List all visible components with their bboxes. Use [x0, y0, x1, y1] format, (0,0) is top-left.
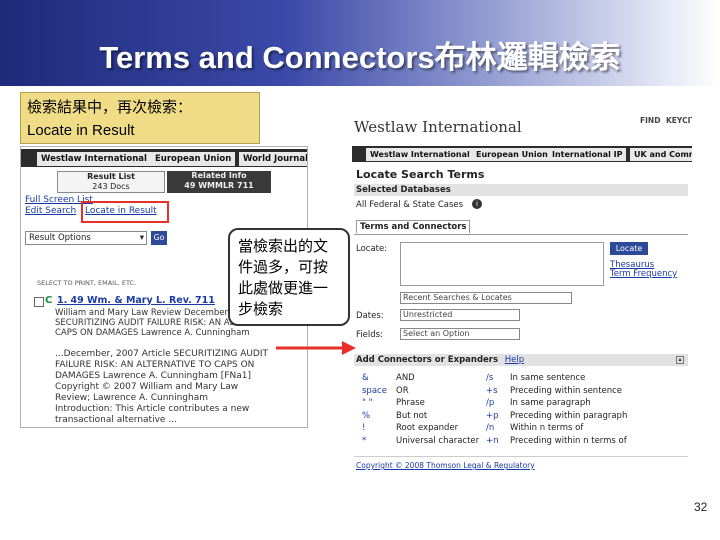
divider — [354, 456, 688, 457]
callout-line: 件過多，可按 — [238, 259, 329, 276]
callout-line: 步檢索 — [238, 301, 284, 318]
tab-related-info[interactable]: Related Info 49 WMMLR 711 — [167, 171, 271, 193]
tab-bar: Westlaw International European Union Int… — [352, 146, 692, 162]
result-body: DAMAGES Lawrence A. Cunningham [FNa1] — [55, 371, 251, 381]
connector-description: Root expander — [396, 423, 459, 433]
result-body: transactional alternative ... — [55, 415, 177, 425]
connector-description: But not — [396, 410, 428, 421]
westlaw-logo: Westlaw International — [354, 118, 522, 136]
help-link[interactable]: Help — [501, 355, 524, 365]
result-list-label: Result List — [87, 172, 135, 181]
dates-select[interactable]: Unrestricted — [400, 309, 520, 321]
connector-symbol[interactable]: +s — [486, 385, 498, 397]
find-link[interactable]: FIND — [640, 116, 660, 125]
connectors-header-bar: Add Connectors or Expanders Help ▴ — [354, 354, 688, 366]
connector-symbol[interactable]: " " — [362, 397, 373, 409]
connector-description: Within n terms of — [510, 423, 584, 433]
edit-search-link[interactable]: Edit Search — [25, 206, 76, 216]
collapse-icon[interactable]: ▴ — [676, 356, 684, 364]
connector-symbol[interactable]: space — [362, 385, 387, 397]
recent-searches-value: Recent Searches & Locates — [403, 293, 512, 302]
term-frequency-link[interactable]: Term Frequency — [610, 269, 677, 279]
tab-result-list[interactable]: Result List 243 Docs — [57, 171, 165, 193]
tab-bar: Westlaw International European Union Wor… — [21, 149, 307, 167]
keycite-link[interactable]: KEYCITE — [666, 116, 692, 125]
database-name: All Federal & State Cases — [356, 200, 464, 210]
docs-count: 243 Docs — [92, 182, 130, 191]
connector-symbol[interactable]: ! — [362, 422, 365, 434]
connector-description: AND — [396, 373, 415, 383]
tab-terms-and-connectors[interactable]: Terms and Connectors — [356, 220, 471, 233]
result-snippet: CAPS ON DAMAGES Lawrence A. Cunningham — [55, 328, 250, 338]
connector-description: Preceding within n terms of — [510, 435, 627, 446]
result-body: ...December, 2007 Article SECURITIZING A… — [55, 349, 269, 359]
result-options-value: Result Options — [29, 233, 91, 243]
result-snippet: William and Mary Law Review December, 20… — [55, 308, 250, 318]
result-snippet: SECURITIZING AUDIT FAILURE RISK: AN ALTE — [55, 318, 244, 328]
callout-line: 當檢索出的文 — [238, 238, 329, 255]
tab-westlaw-international[interactable]: Westlaw International — [37, 152, 151, 166]
connector-description: Preceding within paragraph — [510, 410, 628, 421]
copyright-footer: Copyright © 2008 Thomson Legal & Regulat… — [356, 461, 535, 470]
locate-label: Locate: — [356, 244, 388, 254]
page-number: 32 — [694, 500, 708, 514]
connector-symbol[interactable]: +n — [486, 435, 499, 447]
callout-line: 檢索結果中，再次檢索： — [27, 99, 193, 116]
locate-search-terms-screenshot: Westlaw International FIND KEYCITE Westl… — [348, 108, 692, 476]
connector-description: In same sentence — [510, 373, 586, 383]
tab-european-union[interactable]: European Union — [151, 152, 236, 166]
callout-line: 此處做更進一 — [238, 280, 329, 297]
connector-symbol[interactable]: /n — [486, 422, 494, 434]
highlight-box — [81, 201, 169, 223]
tab-european-union[interactable]: European Union — [472, 148, 552, 161]
info-icon[interactable]: i — [472, 199, 482, 209]
dates-value: Unrestricted — [403, 310, 453, 319]
result-citation-link[interactable]: 1. 49 Wm. & Mary L. Rev. 711 — [57, 295, 215, 306]
connector-description: Phrase — [396, 398, 425, 408]
select-label: SELECT TO PRINT, EMAIL, ETC. — [37, 279, 137, 287]
connector-description: In same paragraph — [510, 398, 591, 408]
connector-description: Universal character — [396, 435, 480, 446]
result-body: Introduction: This Article contributes a… — [55, 404, 250, 414]
result-options-select[interactable]: Result Options ▾ — [25, 231, 147, 245]
result-body: FAILURE RISK: AN ALTERNATIVE TO CAPS ON — [55, 360, 255, 370]
section-bar: Selected Databases — [354, 184, 688, 196]
page-heading: Locate Search Terms — [356, 168, 485, 181]
fields-select[interactable]: Select an Option — [400, 328, 520, 340]
result-body: Review; Lawrence A. Cunningham — [55, 393, 209, 403]
go-button[interactable]: Go — [151, 231, 167, 245]
connector-symbol[interactable]: % — [362, 410, 370, 422]
connector-description: OR — [396, 385, 409, 396]
related-info-label: Related Info — [191, 171, 247, 180]
dates-label: Dates: — [356, 311, 384, 321]
connector-symbol[interactable]: /s — [486, 372, 493, 384]
keycite-flag-icon: C — [45, 295, 53, 306]
chevron-down-icon: ▾ — [139, 233, 144, 243]
slide-title: Terms and Connectors布林邏輯檢索 — [99, 40, 621, 75]
tab-international-ip[interactable]: International IP — [548, 148, 627, 161]
callout-locate-in-result: 檢索結果中，再次檢索： Locate in Result — [20, 92, 260, 144]
divider — [354, 234, 688, 235]
connector-symbol[interactable]: +p — [486, 410, 499, 422]
connector-symbol[interactable]: /p — [486, 397, 494, 409]
connector-symbol[interactable]: & — [362, 372, 369, 384]
related-info-cite: 49 WMMLR 711 — [184, 181, 254, 190]
result-body: Copyright © 2007 William and Mary Law — [55, 382, 239, 392]
tab-world-journal[interactable]: World Journal — [239, 152, 307, 166]
tab-uk-commonwealth[interactable]: UK and Commonw — [630, 148, 692, 161]
result-checkbox[interactable] — [34, 297, 44, 307]
recent-searches-select[interactable]: Recent Searches & Locates — [400, 292, 572, 304]
callout-line: Locate in Result — [27, 122, 135, 139]
fields-label: Fields: — [356, 330, 383, 340]
tab-westlaw-international[interactable]: Westlaw International — [366, 148, 474, 161]
fields-value: Select an Option — [403, 329, 470, 338]
connector-symbol[interactable]: * — [362, 435, 366, 447]
callout-refine-search: 當檢索出的文 件過多，可按 此處做更進一 步檢索 — [228, 228, 350, 326]
connector-description: Preceding within sentence — [510, 385, 623, 396]
selected-databases-label: Selected Databases — [356, 185, 451, 195]
locate-textarea[interactable] — [400, 242, 604, 286]
connectors-header: Add Connectors or Expanders — [356, 355, 499, 365]
locate-button[interactable]: Locate — [610, 242, 648, 255]
